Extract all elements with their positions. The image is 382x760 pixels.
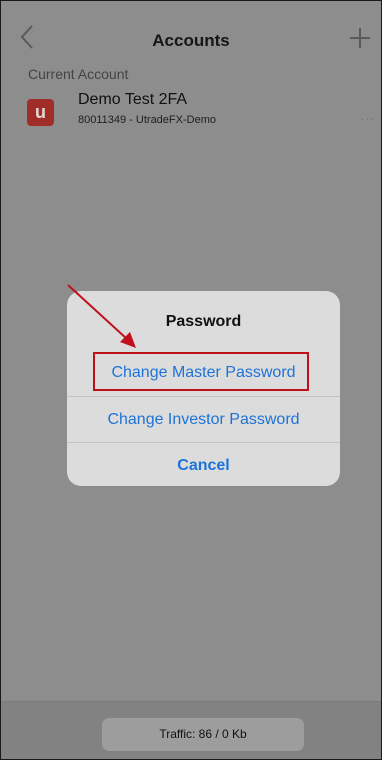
account-name: Demo Test 2FA — [78, 91, 188, 108]
account-row[interactable]: u Demo Test 2FA 80011349 - UtradeFX-Demo… — [1, 87, 381, 139]
traffic-indicator: Traffic: 86 / 0 Kb — [102, 718, 304, 751]
cancel-button[interactable]: Cancel — [67, 442, 340, 486]
page-title: Accounts — [152, 31, 230, 50]
navigation-bar: Accounts — [1, 1, 381, 67]
highlight-box — [93, 352, 309, 391]
section-label: Current Account — [28, 66, 129, 82]
broker-logo: u — [27, 99, 54, 126]
change-investor-password-button[interactable]: Change Investor Password — [67, 396, 340, 442]
screen: Accounts Current Account u Demo Test 2FA… — [0, 0, 382, 760]
more-icon[interactable]: ... — [360, 107, 375, 123]
plus-icon[interactable] — [347, 25, 373, 51]
dialog-title: Password — [165, 313, 242, 330]
bottom-bar: Traffic: 86 / 0 Kb — [1, 701, 381, 759]
account-details: 80011349 - UtradeFX-Demo — [78, 114, 216, 126]
